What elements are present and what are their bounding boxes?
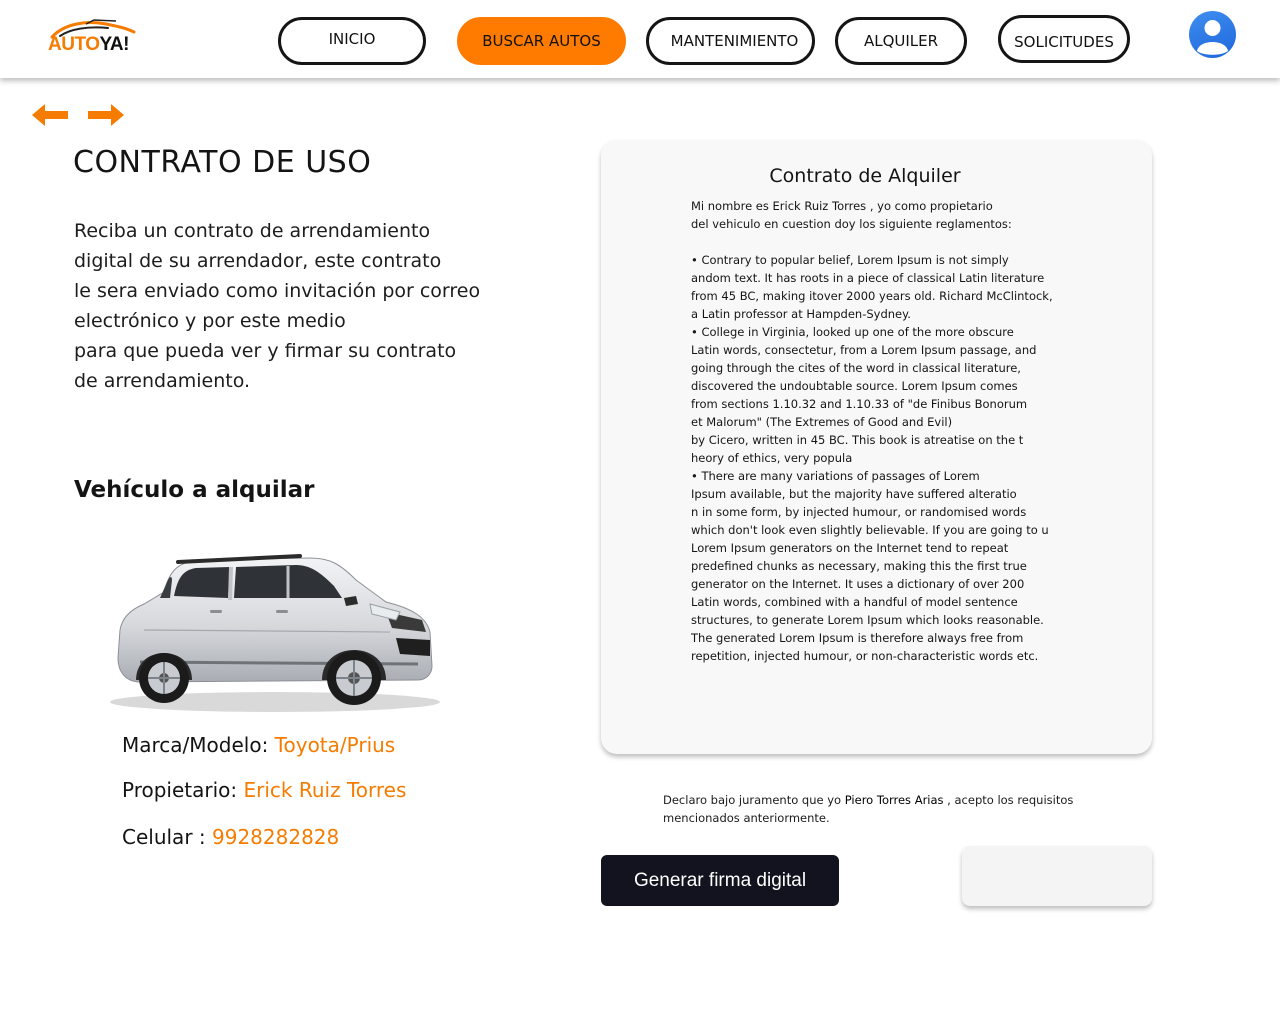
phone-label: Celular : (122, 825, 212, 849)
brand-value: Toyota/Prius (274, 733, 396, 757)
vehicle-brand-model: Marca/Modelo: Toyota/Prius (122, 733, 395, 757)
contract-line: Ipsum available, but the majority have s… (691, 487, 1017, 501)
owner-label: Propietario: (122, 778, 244, 802)
declarant-name: Piero Torres Arias (844, 793, 944, 807)
contract-line: heory of ethics, very popula (691, 451, 853, 465)
contract-line: structures, to generate Lorem Ipsum whic… (691, 613, 1044, 627)
arrow-left-icon[interactable] (32, 102, 68, 128)
contract-line: andom text. It has roots in a piece of c… (691, 271, 1045, 285)
contract-line: • Contrary to popular belief, Lorem Ipsu… (691, 253, 1009, 267)
contract-line: from 45 BC, making itover 2000 years old… (691, 289, 1053, 303)
contract-line: going through the cites of the word in c… (691, 361, 1021, 375)
owner-value: Erick Ruiz Torres (243, 778, 407, 802)
contract-line: from sections 1.10.32 and 1.10.33 of "de… (691, 397, 1028, 411)
contract-line: Latin words, consectetur, from a Lorem I… (691, 343, 1037, 357)
contract-line: del vehiculo en cuestion doy los siguien… (691, 217, 1012, 231)
contract-line: The generated Lorem Ipsum is therefore a… (691, 631, 1024, 645)
contract-line: n in some form, by injected humour, or r… (691, 505, 1027, 519)
intro-line: para que pueda ver y firmar su contrato (74, 340, 457, 362)
top-navigation-bar: AUTOYA! INICIO BUSCAR AUTOS MANTENIMIENT… (0, 0, 1280, 78)
vehicle-owner: Propietario: Erick Ruiz Torres (122, 778, 406, 802)
arrow-right-icon[interactable] (88, 102, 124, 128)
contract-line: a Latin professor at Hampden-Sydney. (691, 307, 911, 321)
contract-line: predefined chunks as necessary, making t… (691, 559, 1027, 573)
contract-line: Mi nombre es Erick Ruiz Torres , yo como… (691, 199, 993, 213)
intro-line: digital de su arrendador, este contrato (74, 250, 442, 272)
contract-line: Lorem Ipsum generators on the Internet t… (691, 541, 1009, 555)
contract-body: Mi nombre es Erick Ruiz Torres , yo como… (691, 197, 1071, 665)
contract-line: repetition, injected humour, or non-char… (691, 649, 1039, 663)
logo-text-ya: YA! (99, 34, 129, 55)
intro-paragraph: Reciba un contrato de arrendamiento digi… (74, 216, 524, 396)
generate-digital-signature-button[interactable]: Generar firma digital (601, 855, 839, 906)
nav-buscar-autos-button[interactable]: BUSCAR AUTOS (457, 17, 626, 65)
logo-text: AUTOYA! (48, 34, 129, 56)
vehicle-image (100, 540, 440, 720)
contract-line: discovered the undoubtable source. Lorem… (691, 379, 1018, 393)
intro-line: le sera enviado como invitación por corr… (74, 280, 481, 302)
intro-line: electrónico y por este medio (74, 310, 346, 332)
contract-line: generator on the Internet. It uses a dic… (691, 577, 1025, 591)
nav-alquiler-button[interactable]: ALQUILER (835, 17, 967, 65)
vehicle-phone: Celular : 9928282828 (122, 825, 339, 849)
logo-text-auto: AUTO (48, 34, 100, 55)
contract-line: • College in Virginia, looked up one of … (691, 325, 1014, 339)
nav-solicitudes-button[interactable]: SOLICITUDES (998, 15, 1130, 63)
page-title: CONTRATO DE USO (73, 145, 372, 180)
nav-mantenimiento-button[interactable]: MANTENIMIENTO (646, 17, 815, 65)
contract-line (691, 233, 1071, 251)
autoya-logo[interactable]: AUTOYA! (46, 18, 138, 58)
vehicle-heading: Vehículo a alquilar (74, 477, 315, 503)
brand-label: Marca/Modelo: (122, 733, 275, 757)
declaration-prefix: Declaro bajo juramento que yo (663, 793, 845, 807)
contract-document-card[interactable]: Contrato de Alquiler Mi nombre es Erick … (601, 140, 1152, 754)
intro-line: Reciba un contrato de arrendamiento (74, 220, 431, 242)
contract-line: • There are many variations of passages … (691, 469, 980, 483)
signature-field[interactable] (962, 846, 1152, 906)
contract-line: et Malorum" (The Extremes of Good and Ev… (691, 415, 953, 429)
declaration-suffix: , acepto los requisitos (943, 793, 1074, 807)
contract-line: Latin words, combined with a handful of … (691, 595, 1018, 609)
contract-line: which don't look even slightly believabl… (691, 523, 1049, 537)
contract-line: by Cicero, written in 45 BC. This book i… (691, 433, 1024, 447)
user-avatar-icon[interactable] (1189, 11, 1236, 58)
phone-value[interactable]: 9928282828 (212, 825, 339, 849)
sworn-declaration: Declaro bajo juramento que yo Piero Torr… (663, 791, 1123, 827)
declaration-line: Declaro bajo juramento que yo Piero Torr… (663, 791, 1123, 809)
nav-inicio-button[interactable]: INICIO (278, 17, 426, 65)
declaration-line: mencionados anteriormente. (663, 811, 830, 825)
intro-line: de arrendamiento. (74, 370, 251, 392)
contract-title: Contrato de Alquiler (769, 165, 961, 187)
